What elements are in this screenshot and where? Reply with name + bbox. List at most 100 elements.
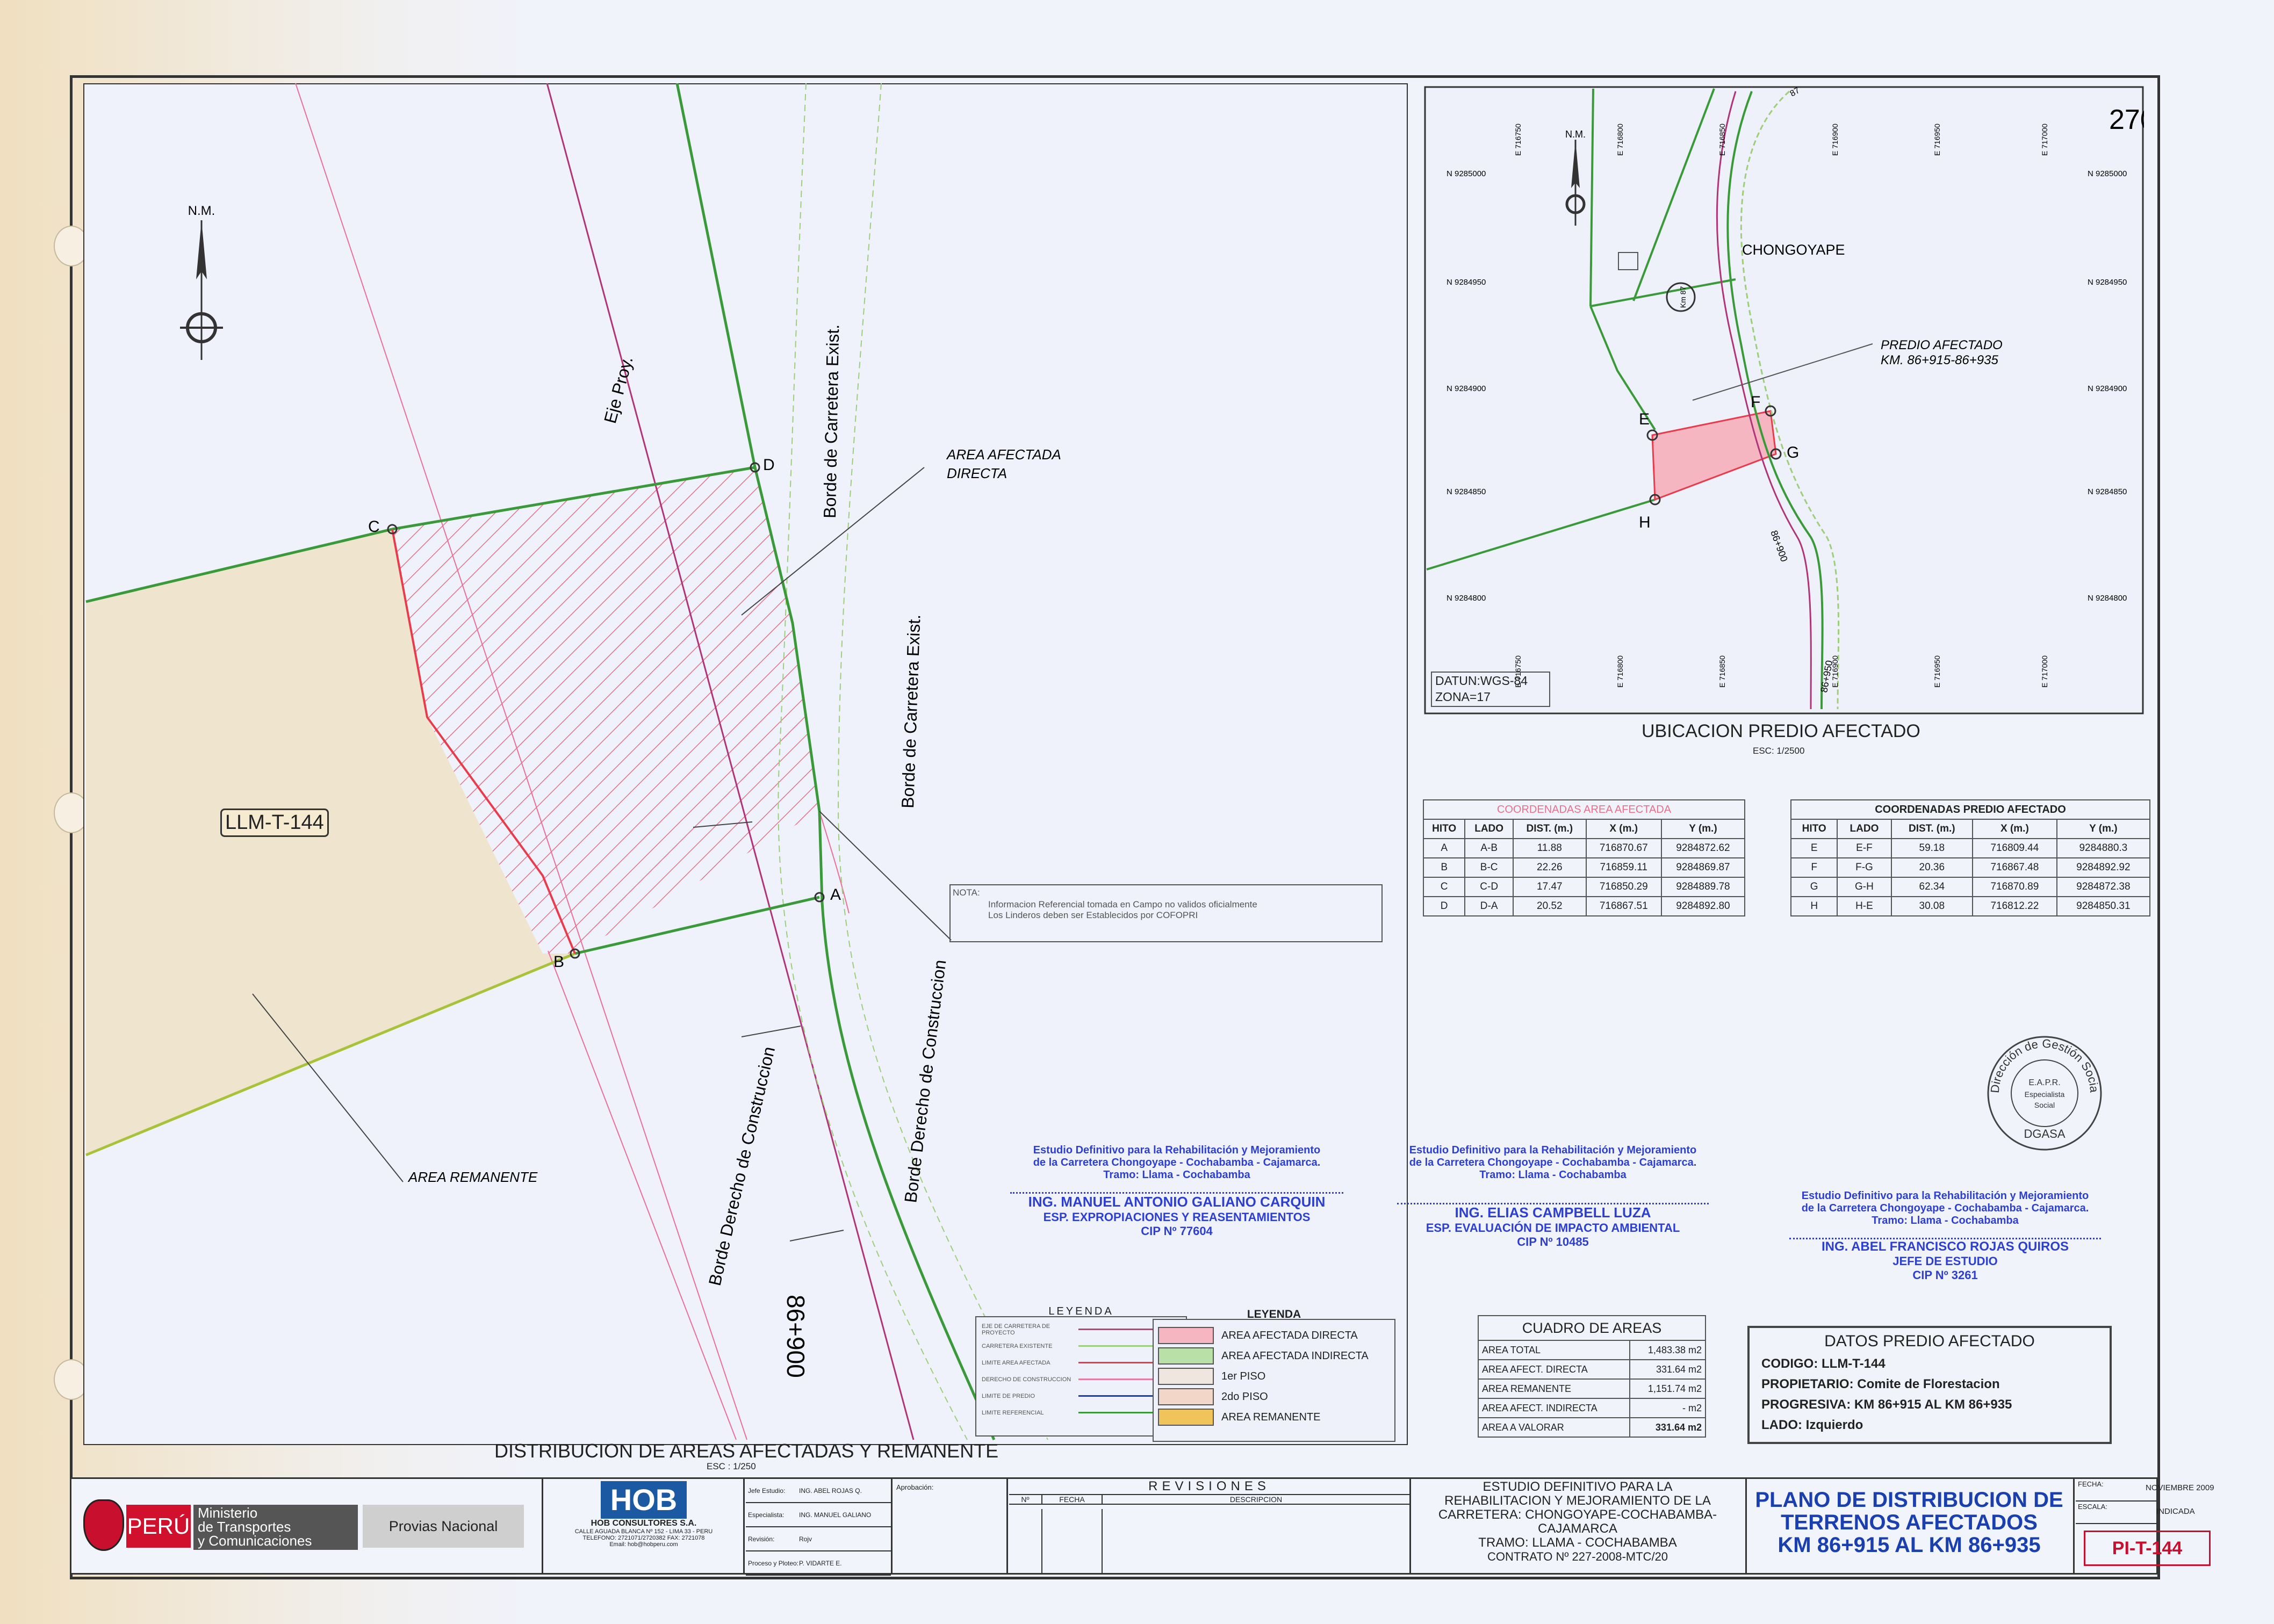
table-cell: H-E [1837, 896, 1892, 916]
gestion-social-seal: Dirección de Gestión Social DGASA E.A.P.… [1983, 1031, 2102, 1151]
table-cell: 331.64 m2 [1629, 1359, 1706, 1380]
table-cell: AREA AFECT. INDIRECTA [1477, 1398, 1631, 1418]
easting-label: E 716950 [1933, 655, 1941, 688]
signature-stamp-rojas: Estudio Definitivo para la Rehabilitació… [1789, 1190, 2101, 1282]
northing-label: N 9284800 [1447, 594, 1486, 603]
table-row: A A-B 11.88 716870.67 9284872.62 [1422, 838, 1746, 858]
legend-line-label: EJE DE CARRETERA DE PROYECTO [982, 1323, 1050, 1336]
datum-box: DATUN:WGS-84 ZONA=17 [1431, 672, 1550, 707]
svg-text:E.A.P.R.: E.A.P.R. [2028, 1078, 2060, 1087]
table-cell: AREA A VALORAR [1477, 1417, 1631, 1438]
table-header: DIST. (m.) [1512, 819, 1587, 839]
table-row: AREA A VALORAR 331.64 m2 [1477, 1417, 1706, 1438]
table-cell: 9284850.31 [2056, 896, 2151, 916]
northing-label: N 9285000 [1447, 169, 1486, 178]
table-cell: G-H [1837, 877, 1892, 897]
table-row: AREA REMANENTE 1,151.74 m2 [1477, 1378, 1706, 1399]
legend-area-swatch [1158, 1368, 1214, 1385]
table-header: HITO [1422, 819, 1466, 839]
plan-scale: ESC : 1/250 [707, 1461, 756, 1471]
staff-role: Jefe Estudio: [748, 1486, 786, 1495]
escala-cell: ESCALA: [2076, 1502, 2156, 1524]
location-title: UBICACION PREDIO AFECTADO [1642, 721, 1920, 741]
table-row: F F-G 20.36 716867.48 9284892.92 [1790, 857, 2151, 878]
legend-areas: LEYENDA AREA AFECTADA DIRECTA AREA AFECTA… [1153, 1308, 1395, 1442]
table-cell: H [1790, 896, 1838, 916]
ministry-label: Ministerio de Transportes y Comunicacion… [193, 1505, 358, 1550]
point-label-d: D [763, 456, 775, 474]
table-header: LADO [1837, 819, 1892, 839]
easting-label: E 717000 [2040, 655, 2049, 688]
property-code-box: LLM-T-144 [220, 809, 329, 837]
svg-text:Social: Social [2034, 1101, 2055, 1109]
predio-label: KM. 86+915-86+935 [1881, 353, 1998, 367]
svg-text:F: F [1751, 393, 1760, 411]
legend-line-label: LIMITE REFERENCIAL [982, 1409, 1044, 1416]
svg-text:N.M.: N.M. [1565, 129, 1586, 140]
table-cell: B-C [1464, 857, 1514, 878]
table-cell: 716867.51 [1585, 896, 1662, 916]
table-title: COORDENADAS PREDIO AFECTADO [1790, 799, 2150, 820]
staff-row: Especialista: ING. MANUEL GALIANO [746, 1503, 891, 1527]
signature-stamp-galiano: Estudio Definitivo para la Rehabilitació… [1010, 1144, 1343, 1238]
table-cell: 716809.44 [1972, 838, 2057, 858]
northing-label: N 9284850 [1447, 487, 1486, 496]
staff-name: ING. ABEL ROJAS Q. [799, 1486, 862, 1495]
plan-title-block: PLANO DE DISTRIBUCION DE TERRENOS AFECTA… [1755, 1488, 2063, 1557]
easting-label: E 716850 [1718, 655, 1726, 688]
legend-line-item: LIMITE DE PREDIO [982, 1388, 1181, 1404]
northing-label: N 9284950 [2088, 278, 2127, 287]
datum-label: DATUN:WGS-84 [1435, 674, 1528, 688]
coords-affected-table: COORDENADAS AREA AFECTADA HITO LADO DIST. … [1422, 799, 1746, 916]
table-row: AREA TOTAL 1,483.38 m2 [1477, 1340, 1706, 1360]
legend-area-item: AREA AFECTADA DIRECTA [1158, 1325, 1390, 1346]
table-cell: B [1422, 857, 1466, 878]
area-affected-label: DIRECTA [947, 465, 1007, 481]
point-label-a: A [830, 886, 841, 904]
staff-role: Proceso y Ploteo: [748, 1559, 799, 1567]
ministry-logo: PERÚ Ministerio de Transportes y Comunic… [83, 1489, 567, 1558]
table-title: CUADRO DE AREAS [1478, 1315, 1706, 1341]
table-header: DIST. (m.) [1890, 819, 1974, 839]
easting-label: E 717000 [2040, 124, 2049, 156]
provias-label: Provias Nacional [363, 1505, 524, 1548]
table-cell: E [1790, 838, 1838, 858]
svg-text:Especialista: Especialista [2025, 1090, 2065, 1099]
escala-value: INDICADA [2156, 1507, 2195, 1516]
table-row: C C-D 17.47 716850.29 9284889.78 [1422, 877, 1746, 897]
table-header: X (m.) [1972, 819, 2057, 839]
sheet-code: PI-T-144 [2084, 1531, 2211, 1566]
north-label: N.M. [188, 204, 215, 218]
table-cell: 20.36 [1890, 857, 1974, 878]
table-cell: C-D [1464, 877, 1514, 897]
table-title: COORDENADAS AREA AFECTADA [1423, 799, 1745, 820]
datos-progresiva: PROGRESIVA: KM 86+915 AL KM 86+935 [1761, 1397, 2012, 1412]
datos-propietario: PROPIETARIO: Comite de Florestacion [1761, 1377, 2000, 1391]
location-scale: ESC: 1/2500 [1753, 746, 1805, 756]
staff-row: Revisión: Rojv [746, 1527, 891, 1551]
northing-label: N 9284850 [2088, 487, 2127, 496]
table-cell: 9284872.38 [2056, 877, 2151, 897]
legend-line-swatch [1078, 1395, 1159, 1397]
staff-row: Proceso y Ploteo: P. VIDARTE E. [746, 1551, 891, 1576]
northing-label: N 9284900 [2088, 384, 2127, 393]
table-cell: 62.34 [1890, 877, 1974, 897]
staff-name: Rojv [799, 1535, 812, 1543]
staff-table: Jefe Estudio: ING. ABEL ROJAS Q. Especiali… [746, 1479, 891, 1576]
table-cell: C [1422, 877, 1466, 897]
note-line: Los Linderos deben ser Establecidos por … [988, 910, 1198, 920]
easting-label: E 716800 [1616, 124, 1624, 156]
table-header: LADO [1464, 819, 1514, 839]
table-cell: 1,151.74 m2 [1629, 1378, 1706, 1399]
legend-area-item: 1er PISO [1158, 1366, 1390, 1387]
table-cell: AREA REMANENTE [1477, 1378, 1631, 1399]
table-row: D D-A 20.52 716867.51 9284892.80 [1422, 896, 1746, 916]
legend-line-swatch [1078, 1412, 1159, 1413]
svg-text:E: E [1639, 410, 1650, 428]
table-cell: D [1422, 896, 1466, 916]
fecha-cell: FECHA: [2076, 1479, 2156, 1502]
cuadro-areas-table: CUADRO DE AREAS AREA TOTAL 1,483.38 m2 ARE… [1477, 1315, 1706, 1438]
signature-stamp-campbell: Estudio Definitivo para la Rehabilitació… [1397, 1144, 1709, 1249]
peru-label: PERÚ [126, 1505, 191, 1548]
fecha-value: NOVIEMBRE 2009 [2146, 1483, 2214, 1492]
